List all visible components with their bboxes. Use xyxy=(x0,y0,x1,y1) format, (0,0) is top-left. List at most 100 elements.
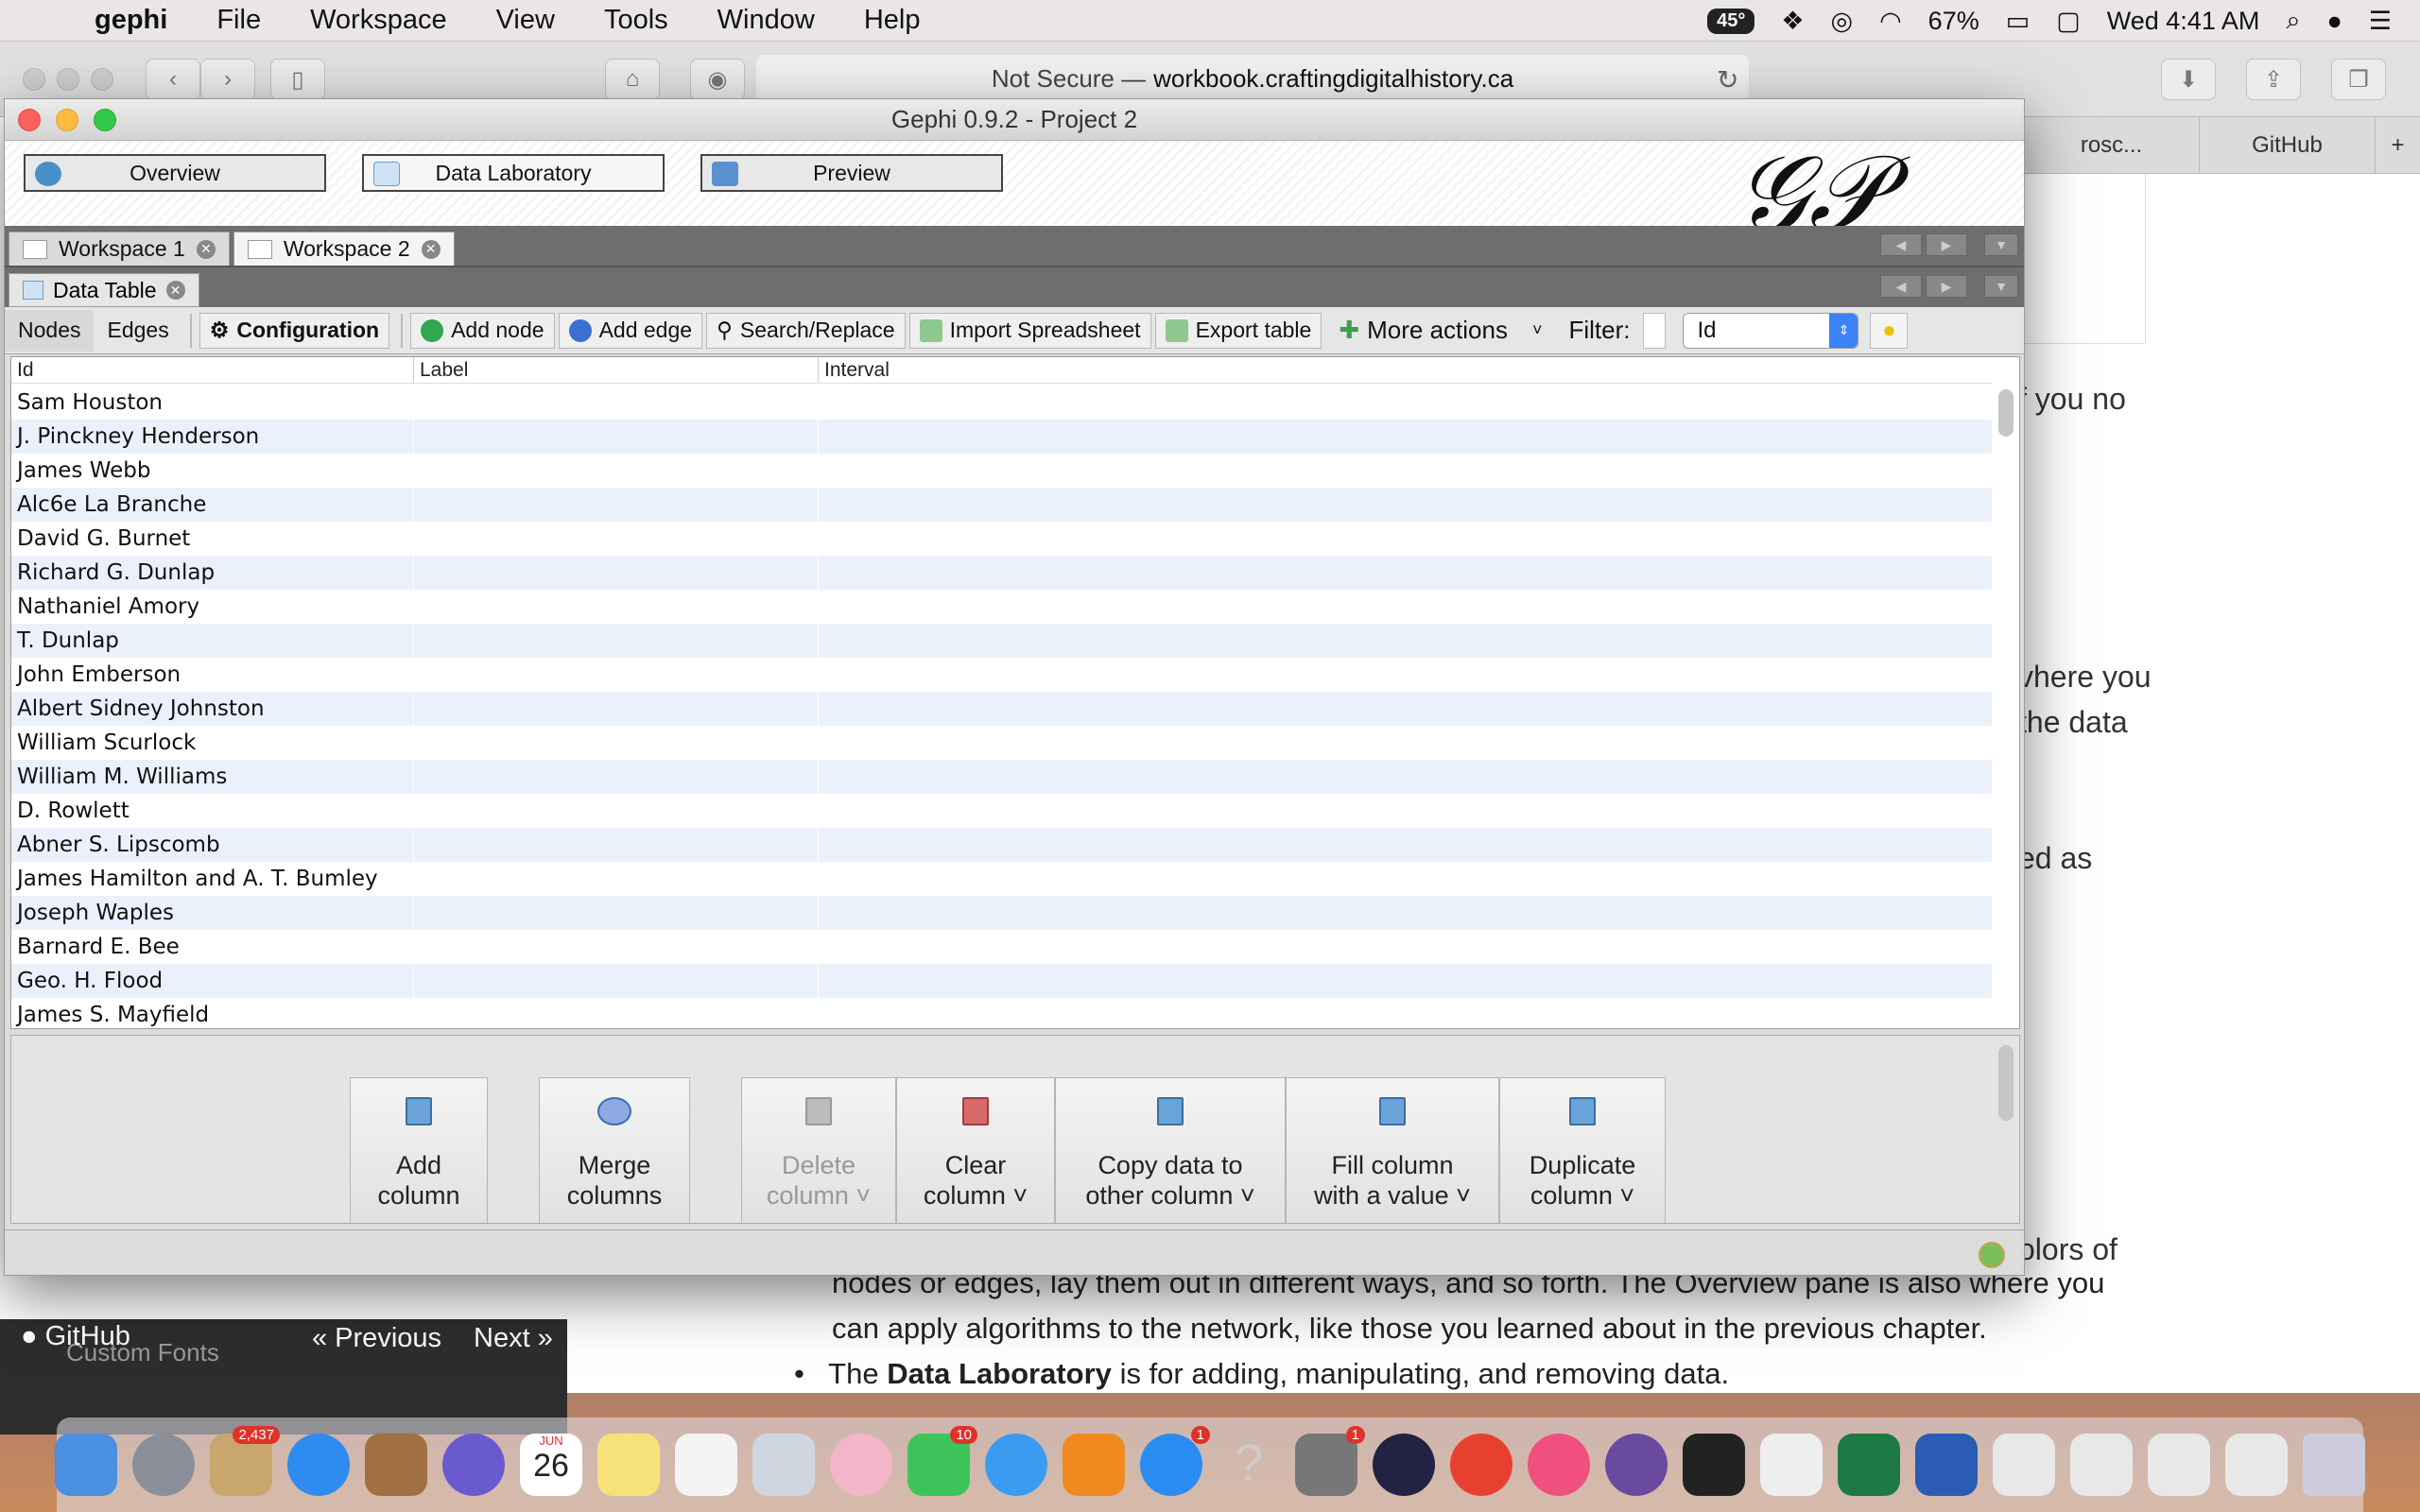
minimized-window-thumbnail[interactable] xyxy=(2225,1434,2288,1496)
cell-id[interactable]: Joseph Waples xyxy=(11,896,414,930)
cell-interval[interactable] xyxy=(819,692,1993,726)
trash-icon[interactable] xyxy=(2303,1434,2365,1496)
table-row[interactable]: James Webb xyxy=(11,454,1993,488)
cell-id[interactable]: Albert Sidney Johnston xyxy=(11,692,414,726)
cell-id[interactable]: James Hamilton and A. T. Bumley xyxy=(11,862,414,896)
word-icon[interactable] xyxy=(1915,1434,1978,1496)
minimized-window-thumbnail[interactable] xyxy=(2070,1434,2133,1496)
cell-id[interactable]: Geo. H. Flood xyxy=(11,964,414,998)
tab-workspace-1[interactable]: Workspace 1 ✕ xyxy=(9,232,230,266)
filter-input[interactable] xyxy=(1643,312,1667,349)
panel-scrollbar[interactable] xyxy=(1998,1045,2014,1121)
lightbulb-icon[interactable]: ● xyxy=(1870,312,1909,349)
overview-button[interactable]: Overview xyxy=(24,154,326,192)
cell-id[interactable]: Nathaniel Amory xyxy=(11,590,414,624)
merge-columns-button[interactable]: Merge columns xyxy=(539,1077,690,1223)
messages-icon[interactable] xyxy=(985,1434,1047,1496)
cell-interval[interactable] xyxy=(819,624,1993,658)
minimized-window-thumbnail[interactable] xyxy=(1993,1434,2055,1496)
back-icon[interactable]: ‹ xyxy=(146,59,200,100)
itunes-icon[interactable] xyxy=(1528,1434,1590,1496)
table-row[interactable]: Joseph Waples xyxy=(11,896,1993,930)
table-row[interactable]: Richard G. Dunlap xyxy=(11,556,1993,590)
cell-interval[interactable] xyxy=(819,760,1993,794)
cell-id[interactable]: J. Pinckney Henderson xyxy=(11,420,414,454)
add-node-button[interactable]: Add node xyxy=(410,312,555,349)
delete-column-button[interactable]: Delete column ˅ xyxy=(741,1077,896,1223)
menu-view[interactable]: View xyxy=(472,5,579,36)
cell-id[interactable]: James S. Mayfield xyxy=(11,998,414,1028)
launchpad-icon[interactable] xyxy=(132,1434,195,1496)
fill-column-button[interactable]: Fill column with a value ˅ xyxy=(1286,1077,1499,1223)
cell-interval[interactable] xyxy=(819,896,1993,930)
cell-label[interactable] xyxy=(414,488,819,522)
cell-id[interactable]: James Webb xyxy=(11,454,414,488)
spotlight-search-icon[interactable]: ⌕ xyxy=(2286,6,2300,36)
browser-close-button[interactable] xyxy=(23,68,45,91)
clear-column-button[interactable]: Clear column ˅ xyxy=(896,1077,1055,1223)
data-laboratory-button[interactable]: Data Laboratory xyxy=(362,154,665,192)
cell-label[interactable] xyxy=(414,658,819,692)
table-row[interactable]: John Emberson xyxy=(11,658,1993,692)
mail-icon[interactable]: 2,437 xyxy=(210,1426,280,1496)
new-tab-icon[interactable]: + xyxy=(2375,117,2420,173)
nodes-toggle[interactable]: Nodes xyxy=(5,309,95,352)
cell-id[interactable]: Alc6e La Branche xyxy=(11,488,414,522)
edges-toggle[interactable]: Edges xyxy=(94,310,182,352)
table-row[interactable]: Alc6e La Branche xyxy=(11,488,1993,522)
cell-interval[interactable] xyxy=(819,862,1993,896)
downloads-icon[interactable]: ⬇ xyxy=(2161,59,2216,100)
cell-label[interactable] xyxy=(414,692,819,726)
window-zoom-button[interactable] xyxy=(94,109,116,131)
browser-minimize-button[interactable] xyxy=(57,68,79,91)
search-replace-button[interactable]: ⚲ Search/Replace xyxy=(706,312,906,349)
table-row[interactable]: T. Dunlap xyxy=(11,624,1993,658)
column-header-interval[interactable]: Interval xyxy=(819,357,1993,383)
sync-icon[interactable] xyxy=(1979,1242,2005,1268)
cell-label[interactable] xyxy=(414,930,819,964)
ibooks-icon[interactable] xyxy=(1063,1434,1125,1496)
table-row[interactable]: David G. Burnet xyxy=(11,522,1993,556)
add-column-button[interactable]: Add column xyxy=(350,1077,488,1223)
cell-label[interactable] xyxy=(414,556,819,590)
textedit-icon[interactable] xyxy=(1760,1434,1823,1496)
table-scrollbar[interactable] xyxy=(1998,389,2014,437)
cell-interval[interactable] xyxy=(819,590,1993,624)
cell-id[interactable]: Abner S. Lipscomb xyxy=(11,828,414,862)
menu-help[interactable]: Help xyxy=(839,5,945,36)
creative-cloud-icon[interactable]: ◎ xyxy=(1831,7,1854,36)
table-row[interactable]: Sam Houston xyxy=(11,386,1993,420)
table-row[interactable]: James Hamilton and A. T. Bumley xyxy=(11,862,1993,896)
cell-id[interactable]: Sam Houston xyxy=(11,386,414,420)
cell-interval[interactable] xyxy=(819,420,1993,454)
clock[interactable]: Wed 4:41 AM xyxy=(2107,7,2260,36)
menu-window[interactable]: Window xyxy=(693,5,839,36)
minimized-window-thumbnail[interactable] xyxy=(2148,1434,2210,1496)
table-row[interactable]: Albert Sidney Johnston xyxy=(11,692,1993,726)
contacts-icon[interactable] xyxy=(365,1434,427,1496)
cell-interval[interactable] xyxy=(819,454,1993,488)
cell-interval[interactable] xyxy=(819,386,1993,420)
gephi-dock-icon[interactable] xyxy=(1683,1434,1745,1496)
cell-label[interactable] xyxy=(414,454,819,488)
cell-label[interactable] xyxy=(414,590,819,624)
notes-icon[interactable] xyxy=(597,1434,660,1496)
filter-column-select[interactable]: Id ⇕ xyxy=(1683,312,1859,349)
battery-percent[interactable]: 67% xyxy=(1928,7,1979,36)
help-icon[interactable]: ? xyxy=(1218,1434,1280,1496)
reload-icon[interactable]: ↻ xyxy=(1717,64,1738,95)
system-preferences-icon[interactable]: 1 xyxy=(1295,1426,1365,1496)
table-row[interactable]: Nathaniel Amory xyxy=(11,590,1993,624)
app-store-icon[interactable]: 1 xyxy=(1140,1426,1210,1496)
home-icon[interactable]: ⌂ xyxy=(605,59,660,100)
siri-icon[interactable] xyxy=(442,1434,505,1496)
facetime-icon[interactable]: 10 xyxy=(908,1426,977,1496)
column-header-id[interactable]: Id xyxy=(11,357,414,383)
cell-id[interactable]: D. Rowlett xyxy=(11,794,414,828)
airplay-icon[interactable]: ▢ xyxy=(2056,7,2081,36)
cell-id[interactable]: T. Dunlap xyxy=(11,624,414,658)
cell-interval[interactable] xyxy=(819,658,1993,692)
tab-workspace-2[interactable]: Workspace 2 ✕ xyxy=(233,232,455,266)
tabs-overview-icon[interactable]: ❐ xyxy=(2331,59,2386,100)
chrome-icon[interactable] xyxy=(1450,1434,1512,1496)
